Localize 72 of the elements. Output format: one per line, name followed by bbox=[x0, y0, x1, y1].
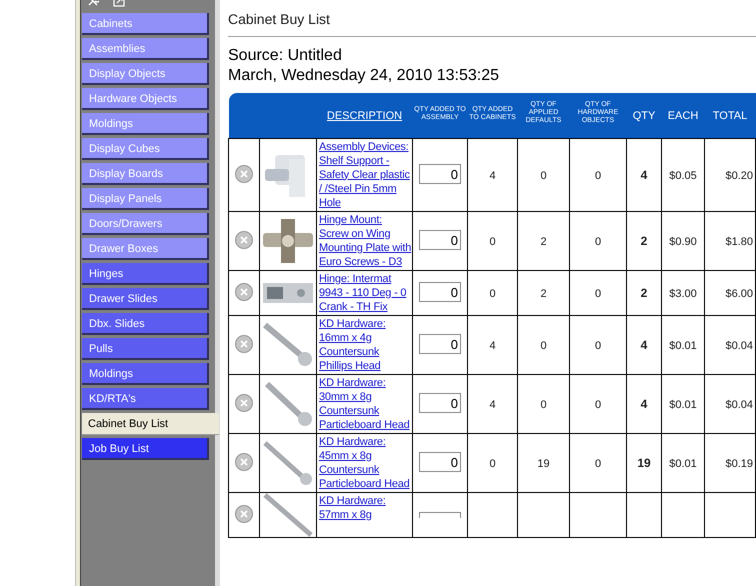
quantity-value: 0 bbox=[594, 340, 602, 352]
x-icon bbox=[239, 457, 249, 468]
x-icon bbox=[239, 398, 249, 408]
quantity-value: 4 bbox=[489, 340, 496, 352]
quantity-value: 2 bbox=[540, 236, 547, 248]
quantity-input[interactable]: 0 bbox=[419, 164, 461, 184]
unit-price: $0.01 bbox=[669, 458, 697, 470]
quantity-input[interactable]: 0 bbox=[419, 230, 461, 250]
line-total: $6.00 bbox=[725, 288, 753, 300]
quantity-value: 4 bbox=[489, 398, 496, 410]
x-icon bbox=[239, 169, 249, 180]
remove-button[interactable] bbox=[235, 453, 253, 472]
quantity-value: 0 bbox=[594, 458, 602, 470]
quantity-total: 4 bbox=[640, 338, 648, 352]
remove-button[interactable] bbox=[235, 394, 253, 412]
quantity-value: 0 bbox=[489, 236, 496, 248]
quantity-value: 0 bbox=[594, 236, 602, 248]
quantity-value: 0 bbox=[489, 288, 496, 300]
unit-price: $0.01 bbox=[669, 340, 697, 352]
sidebar-item[interactable]: KD/RTA's bbox=[82, 388, 209, 410]
sidebar-item[interactable]: Dbx. Slides bbox=[82, 313, 209, 335]
quantity-total: 2 bbox=[640, 286, 648, 300]
sidebar-item[interactable]: Moldings bbox=[82, 363, 209, 385]
x-icon bbox=[239, 287, 249, 298]
remove-button[interactable] bbox=[235, 165, 253, 184]
quantity-value: 0 bbox=[489, 458, 496, 470]
sidebar-item[interactable]: Hinges bbox=[82, 263, 209, 285]
quantity-value: 4 bbox=[489, 170, 496, 182]
quantity-input[interactable]: 0 bbox=[419, 334, 461, 354]
x-icon bbox=[239, 235, 249, 246]
quantity-value: 0 bbox=[540, 398, 547, 410]
sidebar-item[interactable]: Drawer Slides bbox=[82, 288, 209, 310]
line-total: $0.04 bbox=[725, 340, 753, 352]
remove-button[interactable] bbox=[235, 231, 253, 250]
quantity-value: 0 bbox=[540, 340, 547, 352]
column-header: EACH bbox=[668, 110, 698, 122]
unit-price: $0.01 bbox=[669, 398, 697, 410]
line-total: $0.04 bbox=[725, 398, 753, 410]
sort-header-link[interactable]: DESCRIPTION bbox=[326, 110, 402, 122]
unit-price: $3.00 bbox=[669, 288, 697, 300]
quantity-total: 4 bbox=[640, 396, 648, 410]
quantity-value: 2 bbox=[540, 288, 547, 300]
sidebar-item[interactable]: Job Buy List bbox=[82, 438, 209, 460]
line-total: $0.20 bbox=[725, 170, 753, 182]
quantity-value: 0 bbox=[594, 170, 602, 182]
x-icon bbox=[239, 339, 249, 350]
quantity-value: 0 bbox=[594, 398, 602, 410]
unit-price: $0.05 bbox=[669, 170, 697, 182]
line-total: $1.80 bbox=[725, 236, 753, 248]
unit-price: $0.90 bbox=[669, 236, 697, 248]
remove-button[interactable] bbox=[235, 505, 253, 524]
line-total: $0.19 bbox=[725, 458, 753, 470]
quantity-total: 4 bbox=[640, 168, 648, 182]
source-label: Source: Untitled bbox=[228, 46, 342, 66]
x-icon bbox=[239, 509, 249, 520]
quantity-value: 19 bbox=[537, 458, 550, 470]
remove-button[interactable] bbox=[235, 335, 253, 354]
remove-button[interactable] bbox=[235, 283, 253, 302]
sidebar-item[interactable]: Pulls bbox=[82, 338, 209, 360]
quantity-input[interactable]: 0 bbox=[419, 393, 461, 413]
date-label: March, Wednesday 24, 2010 13:53:25 bbox=[228, 66, 499, 86]
quantity-value: 0 bbox=[540, 170, 547, 182]
sidebar-item[interactable]: Cabinet Buy List bbox=[82, 413, 219, 435]
quantity-total: 2 bbox=[640, 234, 648, 248]
quantity-input[interactable] bbox=[419, 512, 461, 518]
quantity-input[interactable]: 0 bbox=[419, 282, 461, 302]
quantity-total: 19 bbox=[637, 456, 651, 470]
column-header: TOTAL bbox=[712, 110, 748, 122]
page-title: Cabinet Buy List bbox=[228, 10, 330, 29]
quantity-value: 0 bbox=[594, 288, 602, 300]
quantity-input[interactable]: 0 bbox=[419, 452, 461, 472]
column-header: QTY bbox=[632, 110, 656, 122]
